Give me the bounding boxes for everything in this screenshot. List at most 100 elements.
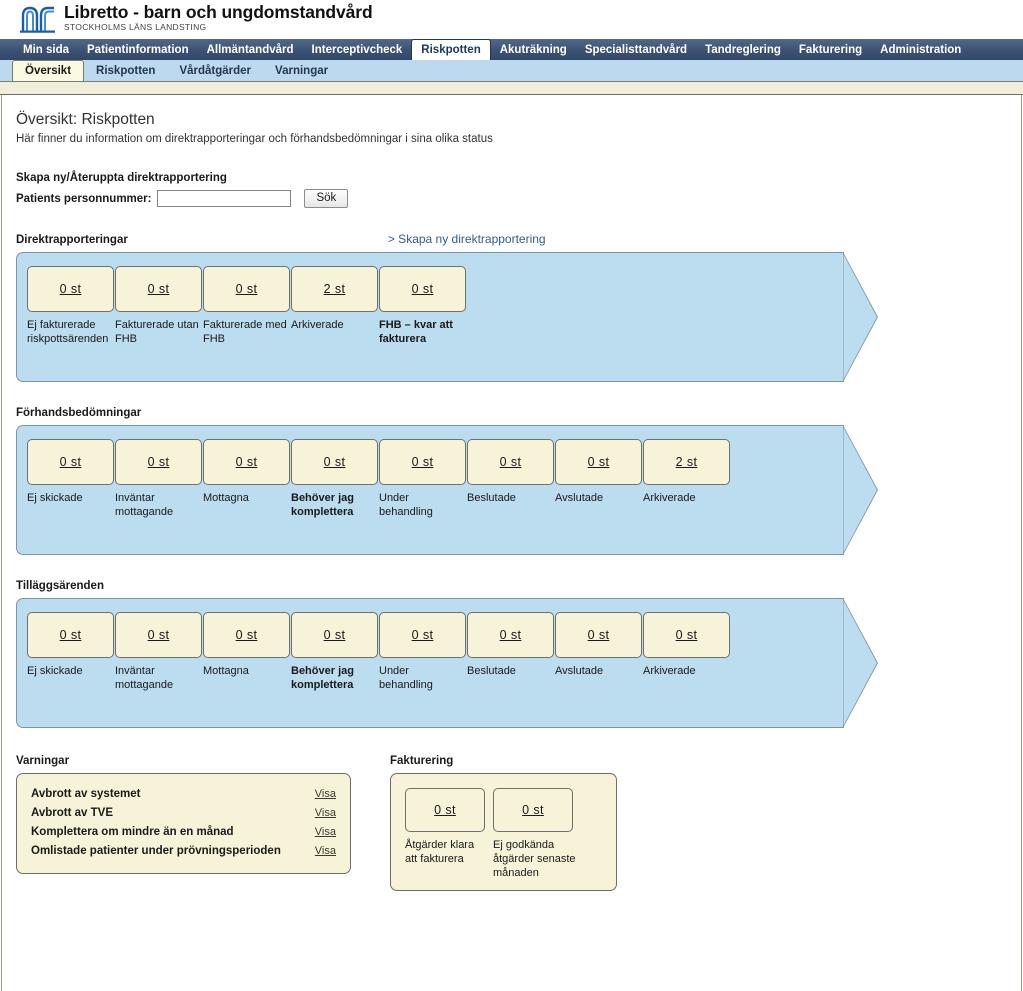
status-count-link[interactable]: 0 st (676, 628, 698, 642)
status-count-link[interactable]: 0 st (236, 628, 258, 642)
status-cell: 0 st Under behandling (379, 612, 466, 692)
status-count-link[interactable]: 0 st (148, 455, 170, 469)
status-cell: 2 st Arkiverade (291, 266, 378, 332)
warning-show-link[interactable]: Visa (315, 823, 336, 842)
status-label: Under behandling (379, 492, 433, 518)
mainnav-item-specialisttandv-rd[interactable]: Specialisttandvård (576, 39, 696, 60)
status-count-box[interactable]: 2 st (643, 439, 730, 485)
status-count-link[interactable]: 0 st (60, 455, 82, 469)
status-count-box[interactable]: 0 st (379, 266, 466, 312)
status-cell: 0 st Mottagna (203, 612, 290, 678)
warning-show-link[interactable]: Visa (315, 842, 336, 861)
status-count-box[interactable]: 0 st (379, 612, 466, 658)
mainnav-item-patientinformation[interactable]: Patientinformation (78, 39, 198, 60)
status-count-link[interactable]: 0 st (236, 455, 258, 469)
status-count-box[interactable]: 0 st (467, 612, 554, 658)
mainnav-item-fakturering[interactable]: Fakturering (790, 39, 871, 60)
status-count-box[interactable]: 0 st (467, 439, 554, 485)
status-count-link[interactable]: 0 st (588, 628, 610, 642)
status-count-box[interactable]: 0 st (203, 266, 290, 312)
subnav-item-v-rd-tg-rder[interactable]: Vårdåtgärder (167, 60, 263, 81)
bottom-panels: Varningar Avbrott av systemet Visa Avbrott… (16, 754, 1021, 891)
mainnav-item-administration[interactable]: Administration (871, 39, 970, 60)
status-count-link[interactable]: 0 st (236, 282, 258, 296)
status-count-box[interactable]: 0 st (115, 612, 202, 658)
pnr-label: Patients personnummer: (16, 192, 152, 205)
mainnav-item-akutr-kning[interactable]: Akuträkning (491, 39, 576, 60)
status-label: Inväntar mottagande (115, 665, 174, 691)
invoicing-count-box[interactable]: 0 st (493, 788, 573, 832)
status-label: Ej skickade (27, 665, 83, 677)
status-count-box[interactable]: 0 st (555, 612, 642, 658)
section-tilläggsärenden: Tilläggsärenden 0 st Ej skickade 0 st Invänt… (16, 579, 1021, 728)
status-label: Inväntar mottagande (115, 492, 174, 518)
status-count-link[interactable]: 0 st (500, 628, 522, 642)
status-label: Arkiverade (643, 665, 696, 677)
mainnav-item-min-sida[interactable]: Min sida (14, 39, 78, 60)
subnav-item--versikt[interactable]: Översikt (12, 60, 85, 81)
status-label: Beslutade (467, 492, 516, 504)
status-count-box[interactable]: 0 st (27, 266, 114, 312)
status-label: Fakturerade utan FHB (115, 319, 199, 345)
subnav-item-riskpotten[interactable]: Riskpotten (84, 60, 167, 81)
invoicing-cell: 0 st Åtgärder klara att fakturera (405, 788, 493, 866)
mainnav-item-allm-ntandv-rd[interactable]: Allmäntandvård (198, 39, 303, 60)
warning-text: Avbrott av TVE (31, 807, 114, 819)
status-count-box[interactable]: 0 st (203, 612, 290, 658)
warnings-title: Varningar (16, 755, 70, 767)
status-count-box[interactable]: 0 st (27, 612, 114, 658)
status-count-link[interactable]: 0 st (324, 455, 346, 469)
status-arrow-container: 0 st Ej skickade 0 st Inväntar mottagande 0 … (16, 425, 878, 555)
status-count-link[interactable]: 0 st (500, 455, 522, 469)
status-count-box[interactable]: 0 st (203, 439, 290, 485)
invoicing-count-link[interactable]: 0 st (522, 803, 544, 817)
status-count-link[interactable]: 0 st (148, 628, 170, 642)
status-count-link[interactable]: 2 st (324, 282, 346, 296)
section-direktrapporteringar: Direktrapporteringar > Skapa ny direktrap… (16, 232, 1021, 382)
status-cell: 0 st Behöver jag komplettera (291, 439, 378, 519)
pnr-input[interactable] (157, 190, 292, 207)
mainnav-item-interceptivcheck[interactable]: Interceptivcheck (303, 39, 412, 60)
status-count-link[interactable]: 0 st (60, 628, 82, 642)
invoicing-cell: 0 st Ej godkända åtgärder senaste månaden (493, 788, 581, 880)
status-count-box[interactable]: 0 st (555, 439, 642, 485)
status-count-box[interactable]: 2 st (291, 266, 378, 312)
warning-show-link[interactable]: Visa (315, 785, 336, 804)
mainnav-item-riskpotten[interactable]: Riskpotten (411, 39, 491, 60)
invoicing-count-box[interactable]: 0 st (405, 788, 485, 832)
invoicing-label: Ej godkända åtgärder senaste månaden (493, 839, 576, 879)
status-cell: 0 st Arkiverade (643, 612, 730, 678)
mainnav-item-tandreglering[interactable]: Tandreglering (696, 39, 790, 60)
invoicing-panel: 0 st Åtgärder klara att fakturera 0 st Ej g… (390, 773, 617, 891)
subnav-item-varningar[interactable]: Varningar (263, 60, 340, 81)
status-count-link[interactable]: 0 st (148, 282, 170, 296)
status-cell: 0 st Behöver jag komplettera (291, 612, 378, 692)
invoicing-count-link[interactable]: 0 st (434, 803, 456, 817)
status-count-link[interactable]: 0 st (60, 282, 82, 296)
status-count-link[interactable]: 0 st (588, 455, 610, 469)
subnav-band (0, 82, 1023, 95)
status-count-link[interactable]: 0 st (412, 282, 434, 296)
form-heading: Skapa ny/Återuppta direktrapportering (16, 172, 227, 184)
create-report-link[interactable]: > Skapa ny direktrapportering (388, 232, 546, 247)
search-button[interactable]: Sök (304, 189, 349, 208)
status-count-box[interactable]: 0 st (291, 439, 378, 485)
status-count-box[interactable]: 0 st (379, 439, 466, 485)
status-count-box[interactable]: 0 st (291, 612, 378, 658)
status-count-link[interactable]: 0 st (412, 455, 434, 469)
status-cell: 0 st Inväntar mottagande (115, 612, 202, 692)
status-count-box[interactable]: 0 st (643, 612, 730, 658)
status-label: Ej fakturerade riskpottsärenden (27, 319, 109, 345)
status-count-link[interactable]: 0 st (324, 628, 346, 642)
status-label: Behöver jag komplettera (291, 492, 354, 518)
warning-row: Komplettera om mindre än en månad Visa (31, 823, 336, 842)
status-count-link[interactable]: 0 st (412, 628, 434, 642)
status-count-link[interactable]: 2 st (676, 455, 698, 469)
status-label: FHB – kvar att fakturera (379, 319, 453, 345)
status-cell: 0 st Ej fakturerade riskpottsärenden (27, 266, 114, 346)
status-count-box[interactable]: 0 st (27, 439, 114, 485)
status-count-box[interactable]: 0 st (115, 439, 202, 485)
status-count-box[interactable]: 0 st (115, 266, 202, 312)
status-cell: 0 st Inväntar mottagande (115, 439, 202, 519)
warning-show-link[interactable]: Visa (315, 804, 336, 823)
